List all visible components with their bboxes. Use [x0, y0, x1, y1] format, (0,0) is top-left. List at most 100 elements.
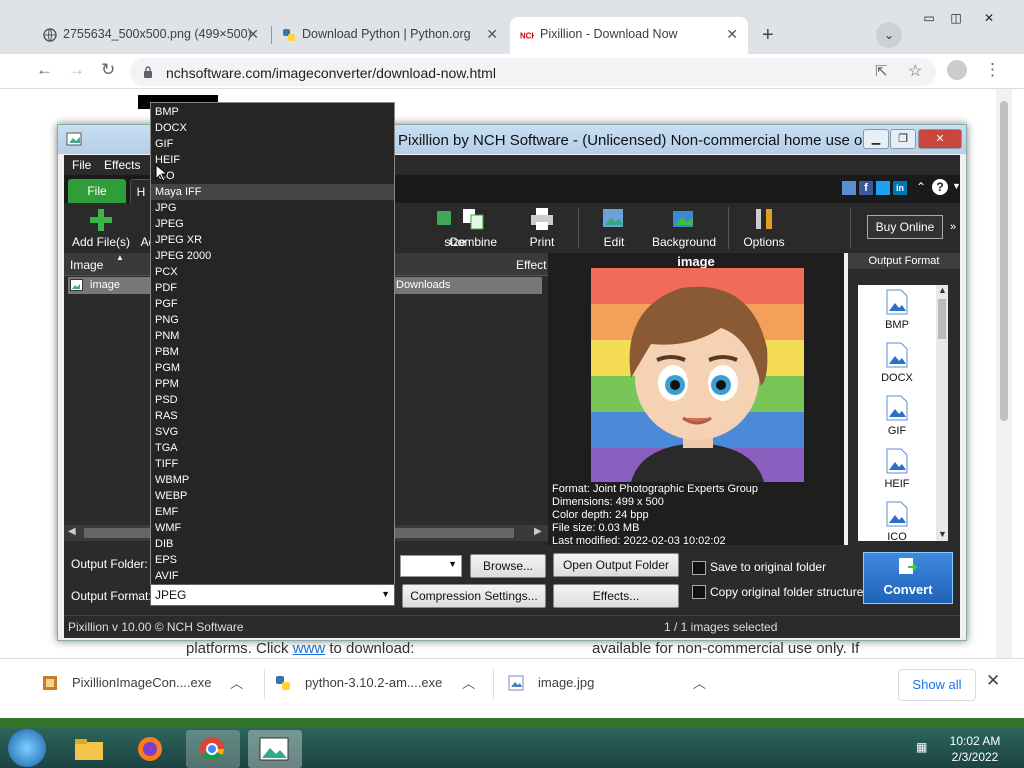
dropdown-option[interactable]: PGF — [151, 296, 394, 312]
dropdown-option[interactable]: DOCX — [151, 120, 394, 136]
dropdown-option[interactable]: WMF — [151, 520, 394, 536]
dropdown-option[interactable]: WEBP — [151, 488, 394, 504]
background-button[interactable]: Background — [652, 205, 716, 253]
start-button[interactable] — [8, 729, 46, 767]
dropdown-arrow-icon[interactable]: ▼ — [952, 181, 961, 191]
dropdown-arrow-icon[interactable]: ▼ — [448, 559, 457, 569]
close-tab-icon[interactable]: ✕ — [247, 26, 259, 43]
dropdown-option[interactable]: PCX — [151, 264, 394, 280]
reload-icon[interactable]: ↻ — [101, 60, 115, 80]
dropdown-option[interactable]: TGA — [151, 440, 394, 456]
tab-search-chevron-icon[interactable]: ⌄ — [876, 22, 902, 48]
dropdown-option[interactable]: PPM — [151, 376, 394, 392]
tab-python[interactable]: Download Python | Python.org ✕ — [272, 17, 508, 54]
maximize-button[interactable]: ◫ — [943, 11, 969, 27]
chevron-up-icon[interactable]: ⌃ — [916, 180, 926, 194]
dropdown-option[interactable]: PNM — [151, 328, 394, 344]
add-files-button[interactable]: Add File(s) — [68, 205, 134, 253]
taskbar-explorer[interactable] — [62, 730, 116, 768]
profile-avatar-icon[interactable] — [947, 60, 967, 80]
dropdown-option[interactable]: PDF — [151, 280, 394, 296]
dropdown-option[interactable]: JPG — [151, 200, 394, 216]
format-item-heif[interactable]: HEIF — [858, 444, 936, 496]
dropdown-option[interactable]: SVG — [151, 424, 394, 440]
dropdown-option[interactable]: RAS — [151, 408, 394, 424]
new-tab-icon[interactable]: + — [762, 24, 774, 47]
effects-button[interactable]: Effects... — [553, 584, 679, 608]
taskbar-pixillion[interactable] — [248, 730, 302, 768]
column-image[interactable]: Image — [70, 258, 103, 272]
close-tab-icon[interactable]: ✕ — [726, 26, 738, 43]
scroll-down-icon[interactable]: ▼ — [938, 529, 947, 539]
dropdown-option[interactable]: TIFF — [151, 456, 394, 472]
linkedin-icon[interactable]: in — [893, 181, 907, 195]
twitter-icon[interactable] — [876, 181, 890, 195]
page-link[interactable]: www — [293, 640, 326, 657]
format-item-ico[interactable]: ICO — [858, 497, 936, 549]
maximize-button[interactable]: ❐ — [890, 129, 916, 149]
download-item[interactable]: python-3.10.2-am....exe ︿ — [267, 659, 493, 709]
scrollbar-thumb[interactable] — [1000, 101, 1008, 421]
dropdown-option[interactable]: BMP — [151, 104, 394, 120]
download-item[interactable]: image.jpg ︿ — [500, 659, 722, 709]
options-button[interactable]: Options — [736, 205, 792, 253]
dropdown-option[interactable]: Maya IFF — [151, 184, 394, 200]
column-effect[interactable]: Effect — [516, 258, 546, 272]
show-all-button[interactable]: Show all — [898, 669, 976, 701]
format-list-scrollbar[interactable]: ▲ ▼ — [936, 285, 948, 541]
dropdown-option[interactable]: JPEG — [151, 216, 394, 232]
address-bar[interactable]: nchsoftware.com/imageconverter/download-… — [130, 58, 936, 86]
format-item-docx[interactable]: DOCX — [858, 338, 936, 390]
close-tab-icon[interactable]: ✕ — [486, 26, 498, 43]
back-icon[interactable]: ← — [36, 60, 53, 80]
dropdown-option[interactable]: HEIF — [151, 152, 394, 168]
close-button[interactable]: ✕ — [918, 129, 962, 149]
dropdown-option[interactable]: JPEG XR — [151, 232, 394, 248]
save-to-original-checkbox[interactable] — [692, 561, 706, 575]
scroll-left-icon[interactable]: ◀ — [68, 526, 76, 537]
taskbar-chrome[interactable] — [186, 730, 240, 768]
tab-image[interactable]: 2755634_500x500.png (499×500) ✕ — [33, 17, 269, 54]
format-item-bmp[interactable]: BMP — [858, 285, 936, 337]
compression-settings-button[interactable]: Compression Settings... — [402, 584, 546, 608]
output-folder-field[interactable]: ▼ — [400, 555, 462, 577]
tab-file[interactable]: File — [68, 179, 126, 203]
close-window-button[interactable]: ✕ — [976, 11, 1002, 27]
forward-icon[interactable]: → — [68, 60, 85, 80]
copy-structure-checkbox[interactable] — [692, 585, 706, 599]
tab-pixillion[interactable]: NCH Pixillion - Download Now ✕ — [510, 17, 748, 54]
edit-button[interactable]: Edit — [590, 205, 638, 253]
thumbs-up-icon[interactable] — [842, 181, 856, 195]
print-button[interactable]: Print — [516, 205, 568, 253]
dropdown-option[interactable]: DIB — [151, 536, 394, 552]
page-scrollbar[interactable] — [996, 89, 1012, 659]
browse-button[interactable]: Browse... — [470, 554, 546, 578]
minimize-button[interactable]: ▭ — [916, 11, 942, 27]
dropdown-option[interactable]: PBM — [151, 344, 394, 360]
minimize-button[interactable]: ▁ — [863, 129, 889, 149]
dropdown-option[interactable]: JPEG 2000 — [151, 248, 394, 264]
dropdown-option[interactable]: PSD — [151, 392, 394, 408]
dropdown-option[interactable]: EMF — [151, 504, 394, 520]
dropdown-arrow-icon[interactable]: ▼ — [381, 589, 390, 599]
scrollbar-thumb[interactable] — [938, 299, 946, 339]
dropdown-option[interactable]: AVIF — [151, 568, 394, 584]
format-item-gif[interactable]: GIF — [858, 391, 936, 443]
output-format-dropdown[interactable]: BMP DOCX GIF HEIF ICO Maya IFF JPG JPEG JPEG XR J… — [150, 102, 395, 585]
dropdown-option[interactable]: EPS — [151, 552, 394, 568]
tab-home[interactable]: H — [130, 179, 152, 205]
more-icon[interactable]: » — [950, 221, 956, 233]
bookmark-star-icon[interactable]: ☆ — [908, 61, 922, 81]
close-downloads-icon[interactable]: ✕ — [986, 671, 1000, 691]
share-icon[interactable]: ⇱ — [875, 62, 888, 80]
scroll-up-icon[interactable]: ▲ — [938, 285, 947, 295]
dropdown-option[interactable]: ICO — [151, 168, 394, 184]
facebook-icon[interactable]: f — [859, 181, 873, 195]
help-icon[interactable]: ? — [932, 179, 948, 195]
system-clock[interactable]: 10:02 AM 2/3/2022 — [940, 733, 1010, 765]
network-icon[interactable]: ▦ — [916, 740, 927, 754]
dropdown-option[interactable]: PGM — [151, 360, 394, 376]
taskbar-firefox[interactable] — [124, 730, 178, 768]
combine-button[interactable]: Combine — [442, 205, 504, 253]
open-output-folder-button[interactable]: Open Output Folder — [553, 553, 679, 577]
